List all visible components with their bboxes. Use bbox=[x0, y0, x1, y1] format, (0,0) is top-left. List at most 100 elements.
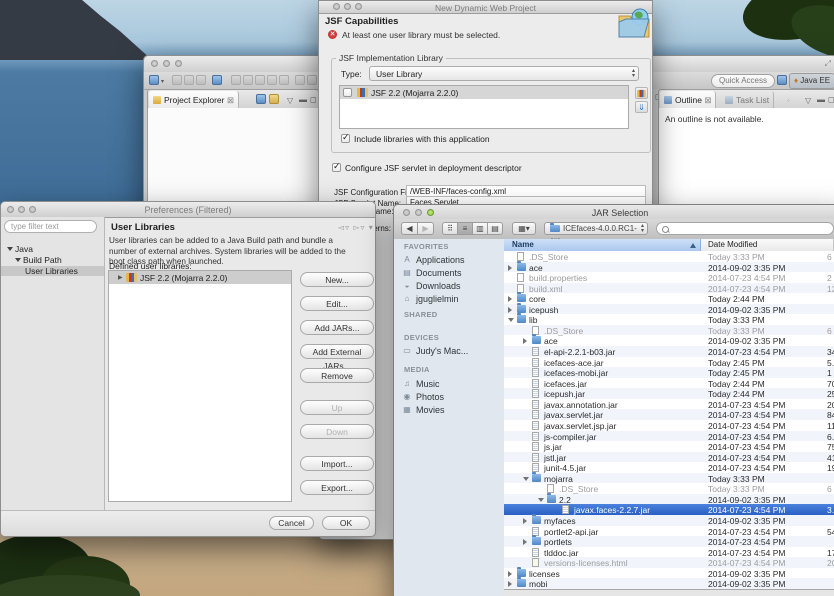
ok-button[interactable]: OK bbox=[322, 516, 370, 530]
select-icon[interactable] bbox=[212, 75, 222, 85]
list-view-button[interactable]: ≡ bbox=[457, 222, 473, 235]
sidebar-item-judy-s-mac-[interactable]: Judy's Mac... bbox=[416, 346, 468, 356]
stop-icon[interactable] bbox=[255, 75, 265, 85]
view-menu-icon[interactable]: ▽ bbox=[287, 96, 293, 105]
table-row[interactable]: jstl.jar2014-07-23 4:54 PM414 bbox=[504, 452, 834, 463]
table-row[interactable]: mojarraToday 3:33 PM bbox=[504, 473, 834, 484]
forward-history-icon[interactable] bbox=[307, 75, 317, 85]
table-row[interactable]: icefaces-mobi.jarToday 2:45 PM1 bbox=[504, 367, 834, 378]
import-button[interactable]: Import... bbox=[300, 456, 374, 471]
manage-libraries-button[interactable] bbox=[635, 87, 648, 99]
table-row[interactable]: licenses2014-09-02 3:35 PM bbox=[504, 568, 834, 579]
minimize-button[interactable] bbox=[163, 60, 170, 67]
run-icon[interactable] bbox=[243, 75, 253, 85]
column-view-button[interactable]: ▥ bbox=[472, 222, 488, 235]
debug-icon[interactable] bbox=[231, 75, 241, 85]
disclosure-triangle[interactable] bbox=[538, 498, 544, 502]
table-row[interactable]: ace2014-09-02 3:35 PM bbox=[504, 335, 834, 346]
tab-project-explorer[interactable]: Project Explorer ⊠ bbox=[149, 91, 239, 109]
sidebar-item-downloads[interactable]: Downloads bbox=[416, 281, 461, 291]
sidebar-item-movies[interactable]: Movies bbox=[416, 405, 445, 415]
sidebar-item-user-libraries[interactable]: User Libraries bbox=[1, 266, 104, 276]
disclosure-triangle[interactable] bbox=[508, 571, 512, 577]
view-menu-icon[interactable]: ▽ bbox=[805, 96, 811, 105]
expanded-icon[interactable] bbox=[15, 258, 21, 262]
link-with-editor-icon[interactable] bbox=[269, 94, 279, 104]
fullscreen-icon[interactable]: ⤢ bbox=[825, 59, 831, 69]
table-row[interactable]: portlet2-api.jar2014-07-23 4:54 PM54 bbox=[504, 526, 834, 537]
table-row[interactable]: js-compiler.jar2014-07-23 4:54 PM6.7 bbox=[504, 431, 834, 442]
disclosure-triangle[interactable] bbox=[508, 318, 514, 322]
perspective-java-ee-button[interactable]: ♦ Java EE bbox=[789, 73, 834, 89]
table-row[interactable]: icepush2014-09-02 3:35 PM bbox=[504, 304, 834, 315]
cancel-button[interactable]: Cancel bbox=[269, 516, 314, 530]
up-button[interactable]: Up bbox=[300, 400, 374, 415]
table-row[interactable]: .DS_StoreToday 3:33 PM6 bbox=[504, 251, 834, 262]
table-row[interactable]: versions-licenses.html2014-07-23 4:54 PM… bbox=[504, 557, 834, 568]
new-wizard-icon[interactable] bbox=[149, 75, 159, 85]
history-nav-icons[interactable]: ◅▿ ▻▿ ▾ bbox=[338, 223, 374, 232]
forward-button[interactable]: ▶ bbox=[417, 222, 434, 235]
table-row[interactable]: .DS_StoreToday 3:33 PM6 bbox=[504, 325, 834, 336]
disclosure-triangle[interactable] bbox=[523, 539, 527, 545]
table-row[interactable]: javax.faces-2.2.7.jar2014-07-23 4:54 PM3… bbox=[504, 504, 834, 515]
table-row[interactable]: libToday 3:33 PM bbox=[504, 314, 834, 325]
library-list[interactable]: JSF 2.2 (Mojarra 2.2.0) bbox=[339, 85, 629, 129]
table-row[interactable]: js.jar2014-07-23 4:54 PM752 bbox=[504, 441, 834, 452]
save-icon[interactable] bbox=[172, 75, 182, 85]
back-history-icon[interactable] bbox=[295, 75, 305, 85]
sidebar-item-applications[interactable]: Applications bbox=[416, 255, 465, 265]
table-row[interactable]: icefaces.jarToday 2:44 PM704 bbox=[504, 378, 834, 389]
include-libraries-checkbox[interactable] bbox=[341, 134, 350, 143]
save-all-icon[interactable] bbox=[184, 75, 194, 85]
disclosure-triangle[interactable] bbox=[523, 338, 527, 344]
preferences-titlebar[interactable]: Preferences (Filtered) bbox=[1, 202, 375, 218]
disclosure-triangle[interactable] bbox=[508, 307, 512, 313]
coverflow-view-button[interactable]: ▤ bbox=[487, 222, 503, 235]
expanded-icon[interactable] bbox=[7, 247, 13, 251]
sidebar-item-music[interactable]: Music bbox=[416, 379, 440, 389]
sidebar-item-photos[interactable]: Photos bbox=[416, 392, 444, 402]
disclosure-triangle[interactable] bbox=[508, 265, 512, 271]
maximize-view-icon[interactable]: ◻ bbox=[828, 95, 834, 104]
add-jars-button[interactable]: Add JARs... bbox=[300, 320, 374, 335]
disclosure-triangle[interactable] bbox=[508, 581, 512, 587]
step-icon[interactable] bbox=[267, 75, 277, 85]
table-row[interactable]: portlets2014-07-23 4:54 PM bbox=[504, 536, 834, 547]
table-row[interactable]: myfaces2014-09-02 3:35 PM bbox=[504, 515, 834, 526]
print-icon[interactable] bbox=[196, 75, 206, 85]
resume-icon[interactable] bbox=[279, 75, 289, 85]
table-row[interactable]: junit-4.5.jar2014-07-23 4:54 PM199 bbox=[504, 462, 834, 473]
minimize-view-icon[interactable]: ▬ bbox=[817, 95, 825, 104]
view-pulldown-icon[interactable]: ◦ bbox=[787, 96, 790, 105]
list-item[interactable]: ▶ JSF 2.2 (Mojarra 2.2.0) bbox=[109, 271, 291, 284]
table-row[interactable]: javax.annotation.jar2014-07-23 4:54 PM20 bbox=[504, 399, 834, 410]
defined-libraries-list[interactable]: ▶ JSF 2.2 (Mojarra 2.2.0) bbox=[108, 270, 292, 502]
maximize-view-icon[interactable]: ◻ bbox=[310, 95, 317, 104]
jar-titlebar[interactable]: JAR Selection bbox=[394, 205, 834, 220]
collapse-all-icon[interactable] bbox=[256, 94, 266, 104]
table-row[interactable]: .DS_StoreToday 3:33 PM6 bbox=[504, 483, 834, 494]
down-button[interactable]: Down bbox=[300, 424, 374, 439]
column-date-modified[interactable]: Date Modified bbox=[708, 239, 757, 251]
table-row[interactable]: el-api-2.2.1-b03.jar2014-07-23 4:54 PM34 bbox=[504, 346, 834, 357]
table-row[interactable]: build.xml2014-07-23 4:54 PM12 bbox=[504, 283, 834, 294]
tab-outline[interactable]: Outline ⊠ bbox=[660, 91, 716, 109]
arrange-menu-button[interactable]: ▦▾ bbox=[512, 222, 536, 235]
zoom-button[interactable] bbox=[175, 60, 182, 67]
disclosure-triangle[interactable] bbox=[508, 296, 512, 302]
table-row[interactable]: javax.servlet.jar2014-07-23 4:54 PM84 bbox=[504, 409, 834, 420]
disclosure-triangle[interactable]: ▶ bbox=[118, 274, 123, 281]
new-wizard-dropdown-icon[interactable]: ▾ bbox=[161, 78, 164, 85]
table-row[interactable]: mobi2014-09-02 3:35 PM bbox=[504, 578, 834, 589]
minimize-view-icon[interactable]: ▬ bbox=[299, 95, 307, 104]
back-button[interactable]: ◀ bbox=[401, 222, 418, 235]
column-name[interactable]: Name bbox=[504, 239, 701, 251]
type-dropdown[interactable]: User Library ▴▾ bbox=[369, 66, 639, 81]
search-input[interactable] bbox=[656, 222, 834, 235]
disclosure-triangle[interactable] bbox=[523, 477, 529, 481]
new-button[interactable]: New... bbox=[300, 272, 374, 287]
sidebar-item-jguglielmin[interactable]: jguglielmin bbox=[416, 294, 459, 304]
table-row[interactable]: icepush.jarToday 2:44 PM256 bbox=[504, 388, 834, 399]
sidebar-item-build-path[interactable]: Build Path bbox=[15, 255, 62, 265]
